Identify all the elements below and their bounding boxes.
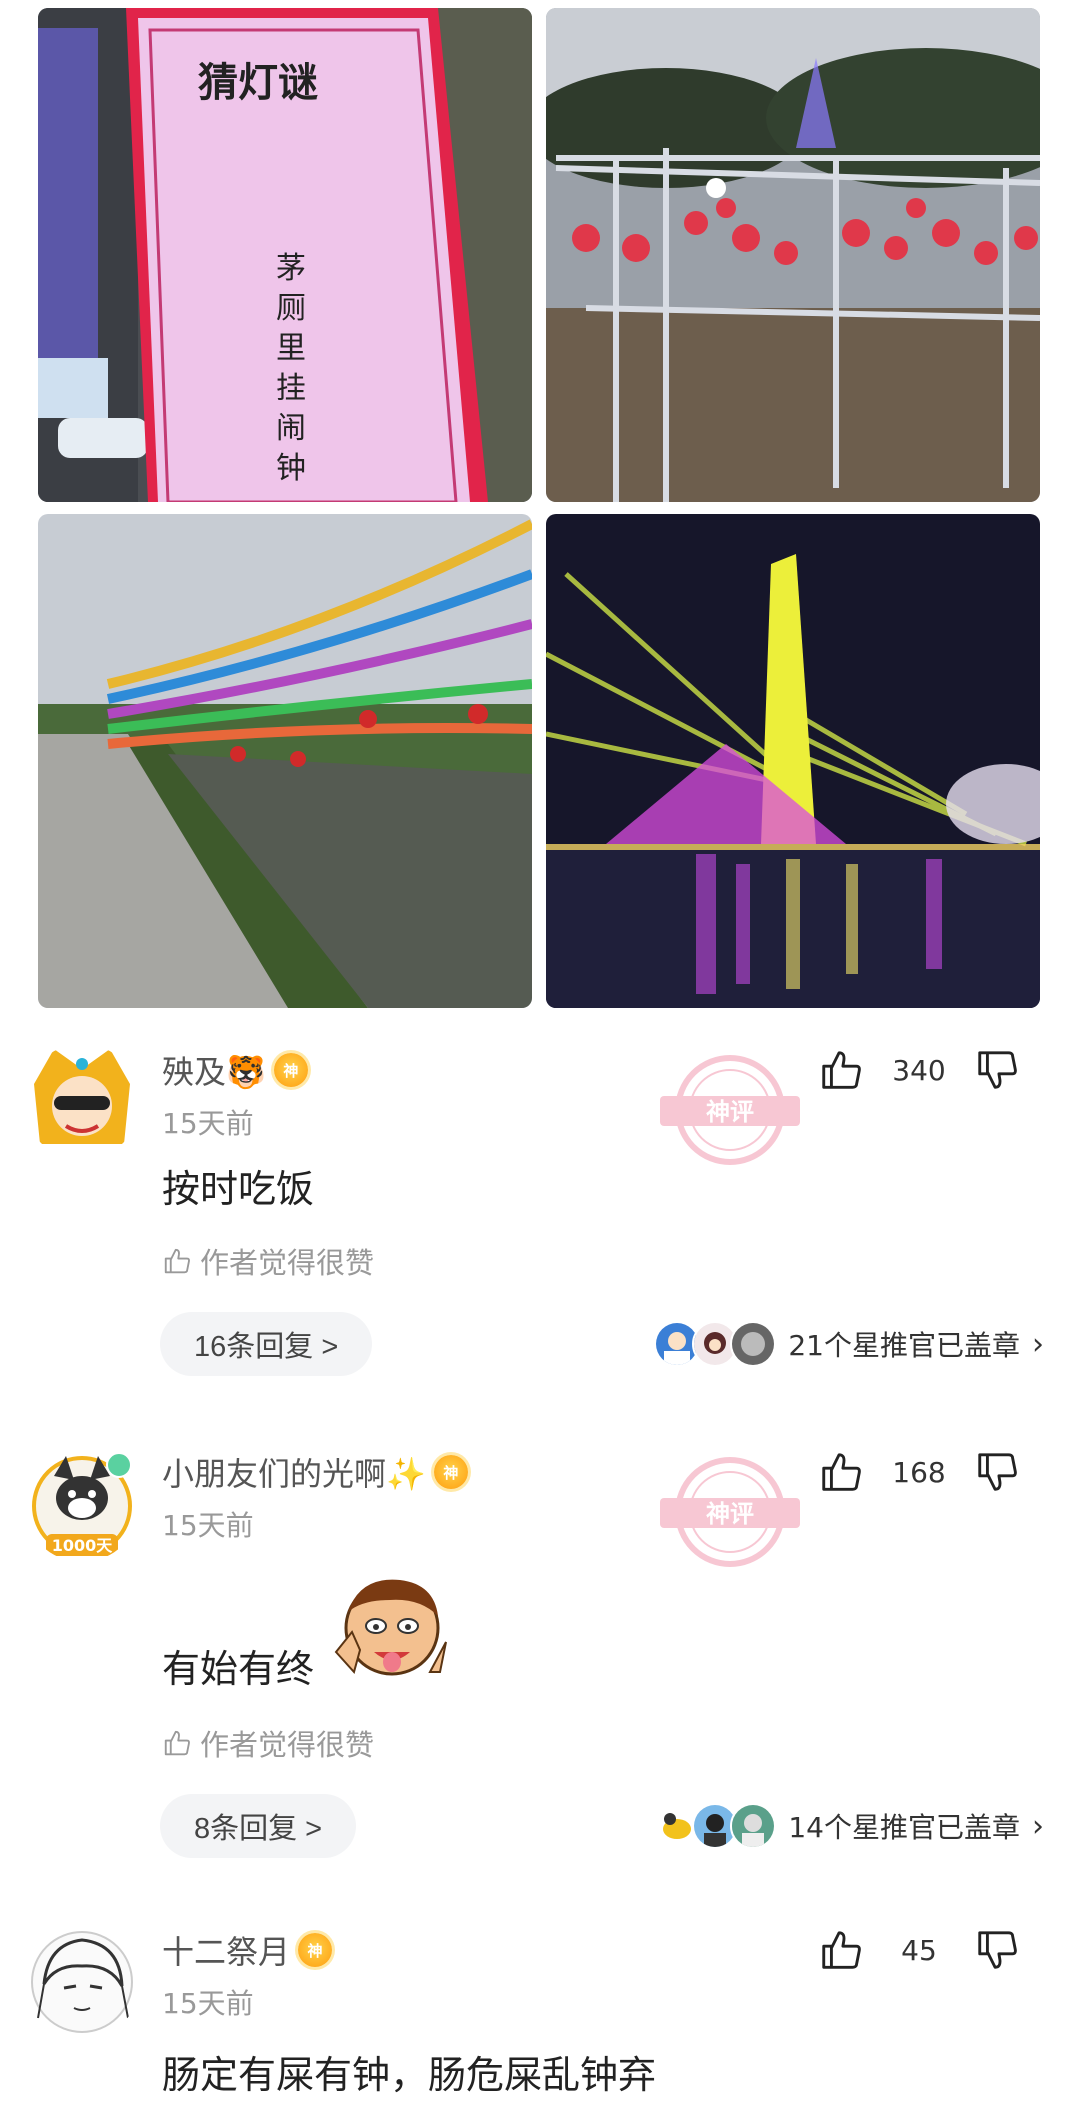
vote-group: 168 (818, 1444, 1020, 1500)
stamp-text: 神评 (706, 1500, 754, 1528)
replies-button[interactable]: 8条回复 > (160, 1794, 357, 1858)
username[interactable]: 殃及🐯 (162, 1047, 266, 1093)
god-badge-icon: 神 (298, 1933, 333, 1967)
god-comment-stamp-icon: 神评 (660, 1055, 800, 1165)
recommender-avatars (654, 1803, 777, 1849)
author-liked-text: 作者觉得很赞 (200, 1246, 375, 1280)
username-row: 十二祭月 神 (162, 1927, 333, 1973)
username[interactable]: 小朋友们的光啊✨ (162, 1449, 426, 1495)
thumbs-up-icon[interactable] (818, 1927, 864, 1973)
replies-button[interactable]: 16条回复 > (160, 1312, 373, 1376)
riddle-char-3: 里 (276, 331, 306, 366)
riddle-char-4: 挂 (276, 371, 306, 406)
thumbs-up-outline-icon (164, 1248, 190, 1274)
username-row: 殃及🐯 神 (162, 1048, 308, 1092)
mini-avatar (730, 1803, 777, 1849)
username[interactable]: 十二祭月 (162, 1927, 290, 1973)
recommender-avatars (654, 1321, 777, 1367)
comment-time: 15天前 (162, 1107, 254, 1140)
photo-fountain-light-show[interactable] (546, 514, 1040, 1008)
comment-content[interactable]: 有始有终 (162, 1638, 314, 1693)
god-badge-icon: 神 (273, 1053, 308, 1087)
thumbs-up-icon[interactable] (818, 1047, 864, 1093)
riddle-char-1: 茅 (276, 251, 306, 286)
avatar[interactable] (24, 1044, 140, 1160)
photo-lantern-frame[interactable] (546, 8, 1040, 502)
thumbs-up-icon[interactable] (818, 1449, 864, 1495)
author-liked-row: 作者觉得很赞 (162, 1722, 374, 1764)
riddle-title: 猜灯谜 (198, 59, 318, 106)
funny-face-sticker-icon (334, 1579, 447, 1676)
chevron-right-icon: › (1032, 1326, 1044, 1362)
thumbs-down-icon[interactable] (974, 1047, 1020, 1093)
stars-text: 14个星推官已盖章 (788, 1811, 1020, 1844)
star-recommenders-row[interactable]: 21个星推官已盖章 › (654, 1318, 1044, 1370)
thumbs-down-icon[interactable] (974, 1449, 1020, 1495)
god-badge-icon: 神 (433, 1455, 468, 1489)
stamp-text: 神评 (706, 1098, 754, 1126)
like-count: 45 (901, 1933, 937, 1967)
riddle-char-2: 厕 (276, 291, 306, 326)
vote-group: 45 (818, 1922, 1020, 1978)
comment-time: 15天前 (162, 1987, 254, 2020)
comment-content[interactable]: 按时吃饭 (162, 1158, 314, 1213)
comment-time: 15天前 (162, 1509, 254, 1542)
star-recommenders-row[interactable]: 14个星推官已盖章 › (654, 1800, 1044, 1852)
vote-group: 340 (818, 1042, 1020, 1098)
thumbs-up-outline-icon (164, 1730, 190, 1756)
username-row: 小朋友们的光啊✨ 神 (162, 1450, 468, 1494)
riddle-char-6: 钟 (276, 451, 306, 486)
mini-avatar (730, 1321, 777, 1367)
avatar-badge-text: 1000天 (52, 1536, 114, 1555)
thumbs-down-icon[interactable] (974, 1927, 1020, 1973)
photo-pinwheel-road[interactable] (38, 514, 532, 1008)
photo-lantern-riddle[interactable]: 猜灯谜 茅 厕 里 挂 闹 钟 (38, 8, 532, 502)
online-status-dot (106, 1452, 132, 1478)
image-grid: 猜灯谜 茅 厕 里 挂 闹 钟 (38, 8, 1042, 1008)
author-liked-row: 作者觉得很赞 (162, 1240, 374, 1282)
avatar[interactable] (24, 1924, 140, 2040)
god-comment-stamp-icon: 神评 (660, 1457, 800, 1567)
comment-content[interactable]: 肠定有屎有钟，肠危屎乱钟弃 (162, 2044, 656, 2099)
chevron-right-icon: › (1032, 1808, 1044, 1844)
riddle-char-5: 闹 (276, 411, 306, 446)
like-count: 168 (892, 1455, 946, 1489)
like-count: 340 (892, 1053, 946, 1087)
author-liked-text: 作者觉得很赞 (200, 1728, 375, 1762)
stars-text: 21个星推官已盖章 (788, 1329, 1020, 1362)
